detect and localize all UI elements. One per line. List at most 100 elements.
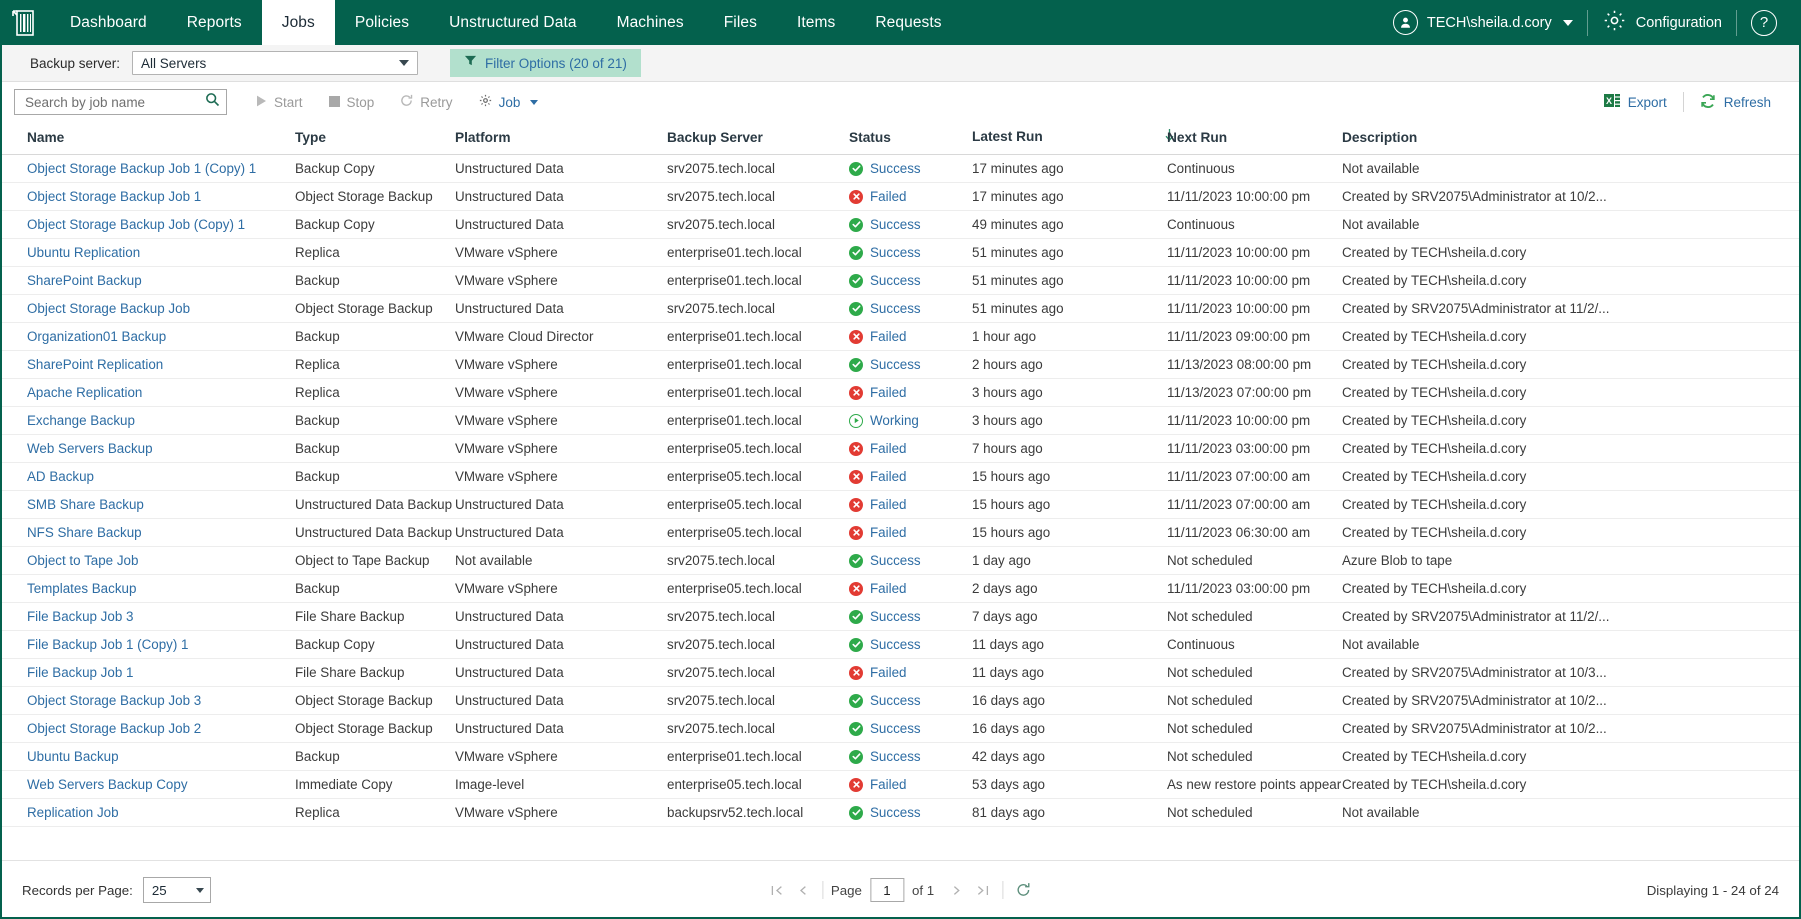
job-name-link[interactable]: NFS Share Backup (27, 525, 142, 540)
status-label[interactable]: Failed (870, 497, 906, 512)
job-name-link[interactable]: Ubuntu Backup (27, 749, 119, 764)
job-name-link[interactable]: Web Servers Backup (27, 441, 153, 456)
status-label[interactable]: Success (870, 357, 921, 372)
job-menu-button[interactable]: Job (466, 87, 552, 117)
column-header-status[interactable]: Status (849, 122, 972, 156)
job-name-link[interactable]: File Backup Job 1 (Copy) 1 (27, 637, 189, 652)
column-header-latest-run[interactable]: Latest Run (972, 122, 1174, 156)
status-label[interactable]: Success (870, 805, 921, 820)
start-button[interactable]: Start (243, 87, 316, 117)
status-label[interactable]: Failed (870, 329, 906, 344)
status-label[interactable]: Success (870, 301, 921, 316)
table-row[interactable]: Object Storage Backup Job Object Storage … (0, 294, 1801, 324)
status-label[interactable]: Failed (870, 777, 906, 792)
table-row[interactable]: File Backup Job 3 File Share Backup Unstru… (0, 602, 1801, 632)
backup-server-select[interactable]: All Servers (132, 51, 419, 75)
job-name-link[interactable]: Object Storage Backup Job 2 (27, 721, 201, 736)
first-page-button[interactable] (764, 877, 790, 903)
table-row[interactable]: SMB Share Backup Unstructured Data Backup… (0, 490, 1801, 520)
job-name-link[interactable]: Object to Tape Job (27, 553, 138, 568)
status-label[interactable]: Success (870, 217, 921, 232)
table-row[interactable]: Object Storage Backup Job 2 Object Storag… (0, 714, 1801, 744)
status-label[interactable]: Success (870, 749, 921, 764)
nav-tab-unstructured-data[interactable]: Unstructured Data (429, 0, 596, 45)
status-label[interactable]: Failed (870, 189, 906, 204)
column-header-name[interactable]: Name (0, 122, 295, 156)
column-header-next-run[interactable]: Next Run (1167, 122, 1342, 156)
table-row[interactable]: Templates Backup Backup VMware vSphere ente… (0, 574, 1801, 604)
job-name-link[interactable]: AD Backup (27, 469, 94, 484)
refresh-button[interactable]: Refresh (1684, 89, 1787, 115)
job-name-link[interactable]: Object Storage Backup Job 1 (27, 189, 201, 204)
column-header-type[interactable]: Type (295, 122, 455, 156)
user-menu[interactable]: TECH\sheila.d.cory (1379, 0, 1587, 45)
status-label[interactable]: Success (870, 609, 921, 624)
status-label[interactable]: Failed (870, 525, 906, 540)
status-label[interactable]: Success (870, 693, 921, 708)
job-name-link[interactable]: Object Storage Backup Job 3 (27, 693, 201, 708)
records-per-page-select[interactable]: 25 (142, 877, 211, 903)
job-name-link[interactable]: Web Servers Backup Copy (27, 777, 188, 792)
search-icon[interactable] (205, 92, 220, 112)
table-row[interactable]: Object to Tape Job Object to Tape Backup N… (0, 546, 1801, 576)
table-row[interactable]: Ubuntu Replication Replica VMware vSphere e… (0, 238, 1801, 268)
job-name-link[interactable]: Organization01 Backup (27, 329, 166, 344)
nav-tab-jobs[interactable]: Jobs (261, 0, 335, 45)
configuration-button[interactable]: Configuration (1588, 0, 1736, 45)
status-label[interactable]: Failed (870, 581, 906, 596)
status-label[interactable]: Success (870, 273, 921, 288)
table-row[interactable]: Object Storage Backup Job 1 Object Storag… (0, 182, 1801, 212)
table-row[interactable]: Replication Job Replica VMware vSphere back… (0, 798, 1801, 828)
status-label[interactable]: Success (870, 721, 921, 736)
page-number-input[interactable] (869, 878, 904, 902)
previous-page-button[interactable] (790, 877, 816, 903)
job-name-link[interactable]: SharePoint Replication (27, 357, 163, 372)
search-input[interactable] (23, 93, 205, 111)
table-row[interactable]: Apache Replication Replica VMware vSphere e… (0, 378, 1801, 408)
status-label[interactable]: Failed (870, 385, 906, 400)
table-row[interactable]: File Backup Job 1 File Share Backup Unstru… (0, 658, 1801, 688)
next-page-button[interactable] (944, 877, 970, 903)
job-name-link[interactable]: Ubuntu Replication (27, 245, 140, 260)
nav-tab-items[interactable]: Items (777, 0, 855, 45)
nav-tab-files[interactable]: Files (704, 0, 777, 45)
table-row[interactable]: NFS Share Backup Unstructured Data Backup… (0, 518, 1801, 548)
table-row[interactable]: Ubuntu Backup Backup VMware vSphere enterpr… (0, 742, 1801, 772)
job-name-link[interactable]: File Backup Job 1 (27, 665, 133, 680)
retry-button[interactable]: Retry (387, 87, 465, 117)
table-row[interactable]: Web Servers Backup Copy Immediate Copy Ima… (0, 770, 1801, 800)
column-header-description[interactable]: Description (1342, 122, 1801, 156)
table-row[interactable]: Object Storage Backup Job 1 (Copy) 1 Back… (0, 154, 1801, 184)
pager-refresh-button[interactable] (1009, 877, 1037, 903)
table-row[interactable]: Object Storage Backup Job 3 Object Storag… (0, 686, 1801, 716)
job-name-link[interactable]: File Backup Job 3 (27, 609, 133, 624)
status-label[interactable]: Success (870, 245, 921, 260)
search-box[interactable] (14, 89, 227, 115)
job-name-link[interactable]: Object Storage Backup Job (Copy) 1 (27, 217, 245, 232)
status-label[interactable]: Failed (870, 469, 906, 484)
nav-tab-requests[interactable]: Requests (855, 0, 961, 45)
column-header-backup-server[interactable]: Backup Server (667, 122, 849, 156)
help-button[interactable]: ? (1737, 0, 1791, 45)
table-row[interactable]: Exchange Backup Backup VMware vSphere enter… (0, 406, 1801, 436)
job-name-link[interactable]: Object Storage Backup Job (27, 301, 190, 316)
nav-tab-machines[interactable]: Machines (597, 0, 704, 45)
table-row[interactable]: AD Backup Backup VMware vSphere enterprise0… (0, 462, 1801, 492)
status-label[interactable]: Working (870, 413, 919, 428)
nav-tab-dashboard[interactable]: Dashboard (50, 0, 167, 45)
table-row[interactable]: Organization01 Backup Backup VMware Cloud … (0, 322, 1801, 352)
job-name-link[interactable]: Object Storage Backup Job 1 (Copy) 1 (27, 161, 256, 176)
table-row[interactable]: File Backup Job 1 (Copy) 1 Backup Copy Uns… (0, 630, 1801, 660)
status-label[interactable]: Success (870, 553, 921, 568)
status-label[interactable]: Success (870, 637, 921, 652)
table-row[interactable]: Web Servers Backup Backup VMware vSphere en… (0, 434, 1801, 464)
nav-tab-reports[interactable]: Reports (167, 0, 262, 45)
job-name-link[interactable]: Apache Replication (27, 385, 142, 400)
job-name-link[interactable]: SharePoint Backup (27, 273, 142, 288)
stop-button[interactable]: Stop (316, 87, 388, 117)
status-label[interactable]: Success (870, 161, 921, 176)
last-page-button[interactable] (970, 877, 996, 903)
filter-options-button[interactable]: Filter Options (20 of 21) (450, 49, 641, 77)
status-label[interactable]: Failed (870, 441, 906, 456)
job-name-link[interactable]: Exchange Backup (27, 413, 135, 428)
